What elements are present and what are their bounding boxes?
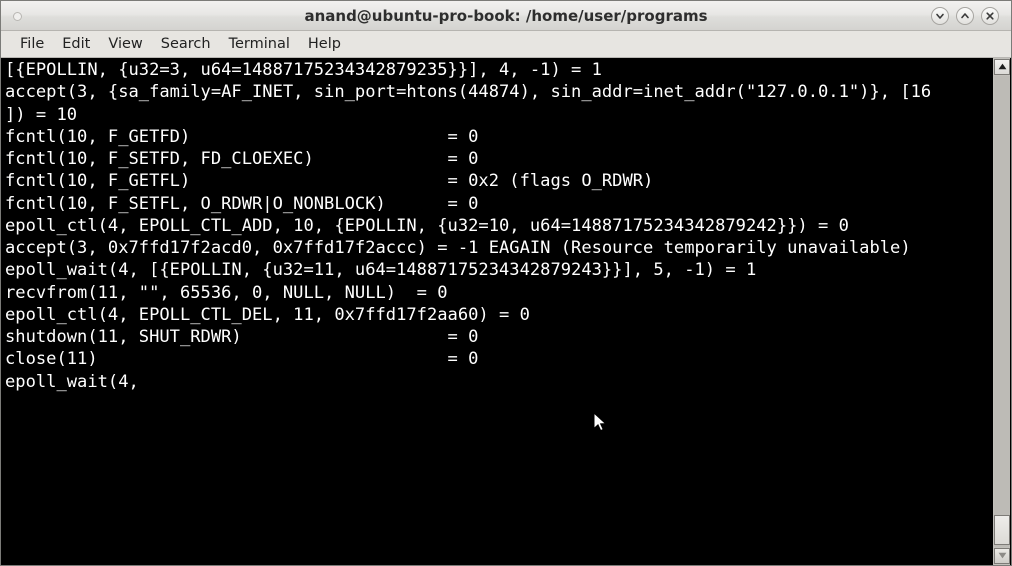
triangle-up-icon [998,63,1006,70]
terminal-output-area[interactable]: [{EPOLLIN, {u32=3, u64=14887175234342879… [2,58,1011,565]
title-bar[interactable]: anand@ubuntu-pro-book: /home/user/progra… [1,1,1011,31]
scrollbar-up-button[interactable] [994,59,1010,75]
menu-bar: File Edit View Search Terminal Help [1,31,1011,58]
chevron-down-icon [936,13,944,19]
maximize-button[interactable] [956,7,974,25]
menu-item-terminal[interactable]: Terminal [220,34,299,54]
triangle-down-icon [998,552,1006,559]
close-icon [986,12,994,20]
chevron-up-icon [961,13,969,19]
menu-item-edit[interactable]: Edit [53,34,99,54]
close-button[interactable] [981,7,999,25]
scrollbar-thumb[interactable] [994,515,1010,545]
terminal-window: anand@ubuntu-pro-book: /home/user/progra… [0,0,1012,566]
menu-item-search[interactable]: Search [152,34,220,54]
terminal-text: [{EPOLLIN, {u32=3, u64=14887175234342879… [5,60,932,392]
menu-item-file[interactable]: File [11,34,53,54]
terminal-scrollbar[interactable] [992,58,1010,565]
menu-item-view[interactable]: View [99,34,151,54]
scrollbar-down-button[interactable] [994,548,1010,564]
minimize-button[interactable] [931,7,949,25]
window-title: anand@ubuntu-pro-book: /home/user/progra… [304,7,708,25]
menu-item-help[interactable]: Help [299,34,350,54]
scrollbar-trough[interactable] [994,76,1010,547]
